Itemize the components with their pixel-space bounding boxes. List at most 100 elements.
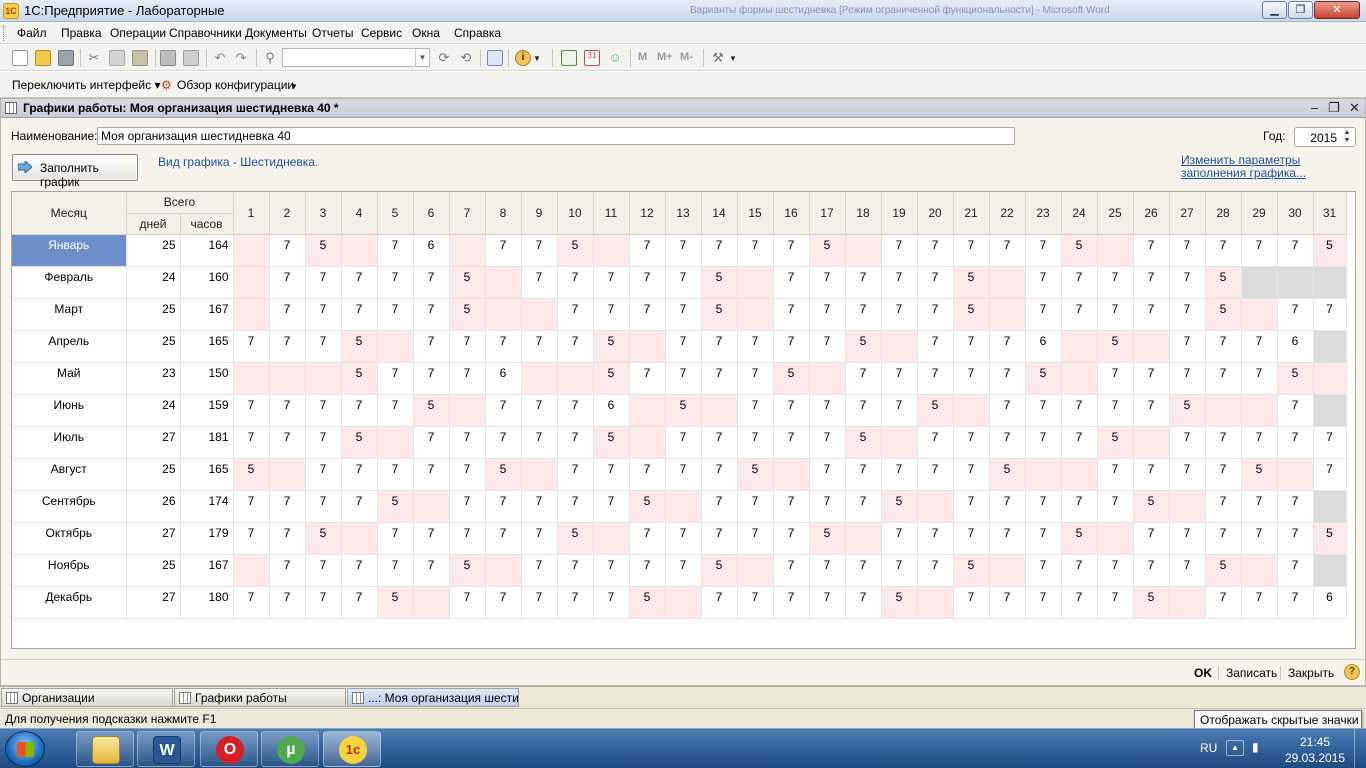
day-hours-cell[interactable]: 7	[269, 490, 306, 523]
day-hours-cell[interactable]: 5	[557, 234, 594, 267]
day-hours-cell[interactable]: 5	[377, 490, 414, 523]
day-hours-cell[interactable]: 7	[845, 458, 882, 491]
day-hours-cell[interactable]: 7	[917, 458, 954, 491]
day-hours-cell[interactable]: 7	[809, 458, 846, 491]
day-hours-cell[interactable]: 7	[701, 458, 738, 491]
day-hours-cell[interactable]: 7	[269, 298, 306, 331]
day-hours-cell[interactable]: 7	[989, 490, 1026, 523]
day-hours-cell[interactable]: 7	[809, 554, 846, 587]
day-hours-cell[interactable]: 7	[665, 522, 702, 555]
day-hours-cell[interactable]: 5	[1169, 394, 1206, 427]
day-hours-cell[interactable]: 7	[593, 586, 630, 619]
day-hours-cell[interactable]	[629, 330, 666, 363]
day-hours-cell[interactable]	[1169, 586, 1206, 619]
day-hours-cell[interactable]: 7	[809, 330, 846, 363]
day-hours-cell[interactable]	[1241, 298, 1278, 331]
day-hours-cell[interactable]: 7	[917, 298, 954, 331]
clock-date[interactable]: 29.03.2015	[1282, 751, 1348, 765]
day-hours-cell[interactable]: 7	[1097, 266, 1134, 299]
day-hours-cell[interactable]: 7	[1277, 522, 1314, 555]
day-hours-cell[interactable]	[845, 234, 882, 267]
day-hours-cell[interactable]	[1097, 522, 1134, 555]
day-hours-cell[interactable]: 7	[917, 554, 954, 587]
day-hours-cell[interactable]: 7	[377, 554, 414, 587]
day-hours-cell[interactable]: 7	[881, 298, 918, 331]
day-hours-cell[interactable]: 7	[233, 522, 270, 555]
day-hours-cell[interactable]: 5	[881, 586, 918, 619]
day-hours-cell[interactable]: 7	[737, 234, 774, 267]
search-input[interactable]: ▼	[282, 48, 430, 67]
clock-time[interactable]: 21:45	[1288, 735, 1342, 749]
tab-organizations[interactable]: Организации	[1, 688, 173, 707]
day-hours-cell[interactable]: 7	[269, 330, 306, 363]
day-hours-cell[interactable]: 7	[593, 490, 630, 523]
day-hours-cell[interactable]: 5	[557, 522, 594, 555]
day-hours-cell[interactable]: 5	[737, 458, 774, 491]
day-hours-cell[interactable]: 7	[1133, 266, 1170, 299]
day-hours-cell[interactable]: 7	[593, 458, 630, 491]
day-hours-cell[interactable]: 7	[665, 234, 702, 267]
change-parameters-link[interactable]: Изменить параметры заполнения графика...	[1181, 154, 1359, 180]
day-hours-cell[interactable]: 7	[773, 426, 810, 459]
day-hours-cell[interactable]: 7	[1241, 522, 1278, 555]
info-icon[interactable]: i	[515, 50, 531, 66]
day-hours-cell[interactable]	[1061, 458, 1098, 491]
tab-current-schedule[interactable]: ...: Моя организация шести...	[347, 688, 519, 707]
day-hours-cell[interactable]: 7	[917, 522, 954, 555]
day-hours-cell[interactable]: 7	[1169, 298, 1206, 331]
day-hours-cell[interactable]: 7	[953, 522, 990, 555]
day-hours-cell[interactable]: 7	[665, 426, 702, 459]
day-hours-cell[interactable]: 7	[305, 586, 342, 619]
day-hours-cell[interactable]: 7	[737, 522, 774, 555]
day-hours-cell[interactable]: 7	[989, 426, 1026, 459]
day-hours-cell[interactable]: 7	[701, 522, 738, 555]
doc-restore-button[interactable]: ❐	[1328, 100, 1340, 116]
day-hours-cell[interactable]: 7	[1241, 330, 1278, 363]
day-hours-cell[interactable]: 7	[1061, 490, 1098, 523]
day-hours-cell[interactable]: 7	[1205, 234, 1242, 267]
menu-reports[interactable]: Отчеты	[312, 26, 353, 40]
day-hours-cell[interactable]	[665, 490, 702, 523]
day-hours-cell[interactable]: 6	[485, 362, 522, 395]
day-hours-cell[interactable]: 7	[1097, 490, 1134, 523]
day-hours-cell[interactable]: 7	[269, 426, 306, 459]
menu-help[interactable]: Справка	[454, 26, 501, 40]
day-hours-cell[interactable]: 7	[1133, 458, 1170, 491]
day-hours-cell[interactable]: 7	[1061, 394, 1098, 427]
day-hours-cell[interactable]: 7	[557, 394, 594, 427]
day-hours-cell[interactable]: 5	[773, 362, 810, 395]
day-hours-cell[interactable]: 5	[701, 266, 738, 299]
day-hours-cell[interactable]: 5	[1241, 458, 1278, 491]
day-hours-cell[interactable]: 7	[377, 266, 414, 299]
fill-schedule-button[interactable]: Заполнить график	[12, 154, 138, 189]
day-hours-cell[interactable]: 5	[593, 426, 630, 459]
day-hours-cell[interactable]: 7	[629, 266, 666, 299]
day-hours-cell[interactable]: 7	[989, 394, 1026, 427]
day-hours-cell[interactable]: 7	[629, 234, 666, 267]
day-hours-cell[interactable]: 7	[1277, 490, 1314, 523]
day-hours-cell[interactable]: 7	[449, 362, 486, 395]
day-hours-cell[interactable]: 7	[413, 330, 450, 363]
day-hours-cell[interactable]: 5	[1097, 426, 1134, 459]
day-hours-cell[interactable]: 7	[1277, 586, 1314, 619]
day-hours-cell[interactable]: 7	[1025, 586, 1062, 619]
day-hours-cell[interactable]: 5	[593, 362, 630, 395]
day-hours-cell[interactable]	[1241, 394, 1278, 427]
day-hours-cell[interactable]: 7	[629, 458, 666, 491]
month-cell[interactable]: Июнь	[12, 394, 127, 427]
day-hours-cell[interactable]: 7	[485, 330, 522, 363]
day-hours-cell[interactable]: 7	[1025, 522, 1062, 555]
day-hours-cell[interactable]: 7	[1133, 394, 1170, 427]
year-field[interactable]: 2015 ▲ ▼	[1294, 127, 1356, 147]
day-hours-cell[interactable]: 7	[1313, 426, 1347, 459]
show-desktop-button[interactable]	[1354, 729, 1366, 768]
day-hours-cell[interactable]: 5	[1061, 234, 1098, 267]
day-hours-cell[interactable]: 7	[521, 554, 558, 587]
day-hours-cell[interactable]	[881, 330, 918, 363]
day-hours-cell[interactable]: 7	[629, 522, 666, 555]
day-hours-cell[interactable]	[917, 490, 954, 523]
day-hours-cell[interactable]: 7	[773, 266, 810, 299]
day-hours-cell[interactable]	[809, 362, 846, 395]
day-hours-cell[interactable]: 6	[1025, 330, 1062, 363]
day-hours-cell[interactable]: 7	[521, 426, 558, 459]
